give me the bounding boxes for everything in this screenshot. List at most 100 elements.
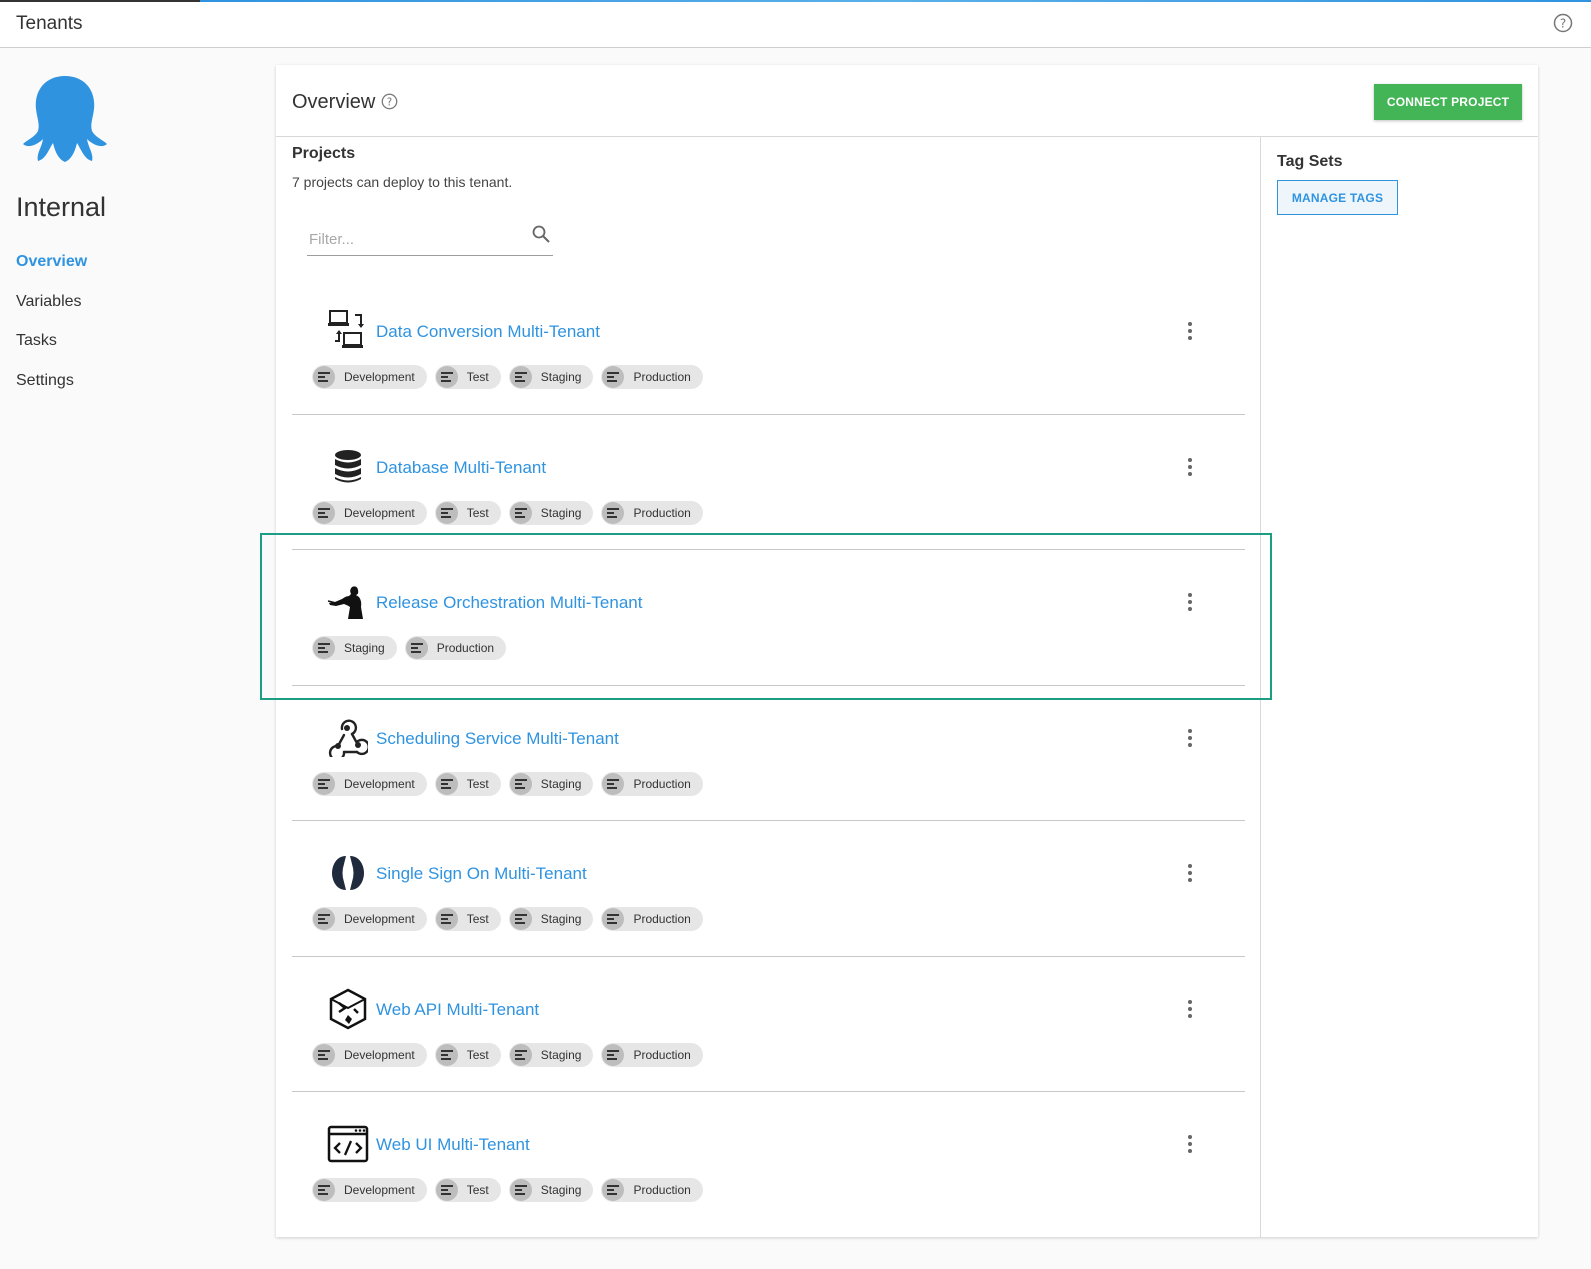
project-name-link[interactable]: Single Sign On Multi-Tenant — [376, 864, 587, 884]
overview-help-icon[interactable]: ? — [381, 93, 398, 115]
project-name-link[interactable]: Release Orchestration Multi-Tenant — [376, 593, 642, 613]
environment-chip[interactable]: Production — [601, 1042, 703, 1067]
environment-chip[interactable]: Test — [434, 500, 501, 525]
environment-chip[interactable]: Staging — [508, 365, 594, 389]
svg-text:?: ? — [1560, 17, 1566, 31]
project-row[interactable]: Web UI Multi-Tenant Development Test Stagin… — [292, 1092, 1245, 1228]
environment-label: Staging — [540, 505, 582, 520]
environment-chip[interactable]: Staging — [508, 907, 594, 931]
tenant-name: Internal — [16, 192, 107, 222]
project-row[interactable]: Single Sign On Multi-Tenant Development Te… — [292, 821, 1245, 957]
sidebar-item-overview[interactable]: Overview — [16, 252, 87, 292]
environment-chip[interactable]: Staging — [508, 771, 594, 796]
filter-input[interactable] — [307, 230, 521, 249]
environment-chip[interactable]: Test — [434, 1042, 501, 1067]
environment-label: Development — [344, 1183, 415, 1197]
manage-tags-button[interactable]: MANAGE TAGS — [1277, 180, 1398, 215]
environment-chip[interactable]: Staging — [508, 1178, 594, 1202]
more-options-icon[interactable] — [1180, 726, 1200, 750]
project-name-link[interactable]: Web API Multi-Tenant — [376, 1000, 539, 1020]
environment-label: Staging — [540, 370, 582, 384]
more-options-icon[interactable] — [1180, 319, 1200, 343]
environment-chip[interactable]: Production — [601, 365, 703, 389]
environment-label: Development — [344, 912, 415, 926]
environment-label: Production — [633, 1183, 691, 1197]
project-row[interactable]: Scheduling Service Multi-Tenant Developme… — [292, 686, 1245, 821]
environment-chip[interactable]: Staging — [312, 636, 397, 660]
environment-chips: Staging Production — [312, 636, 507, 660]
more-options-icon[interactable] — [1180, 861, 1200, 885]
environment-chip[interactable]: Development — [312, 365, 427, 389]
environment-chip[interactable]: Test — [434, 365, 501, 389]
sidebar-nav: Overview Variables Tasks Settings — [16, 252, 87, 410]
environment-label: Test — [466, 1183, 489, 1197]
environment-chip[interactable]: Production — [601, 771, 703, 796]
environment-chip[interactable]: Development — [312, 771, 427, 796]
environment-chip[interactable]: Test — [434, 907, 501, 931]
environment-icon — [435, 501, 458, 524]
environment-icon — [435, 366, 458, 388]
environment-icon — [509, 908, 532, 930]
environment-chips: Development Test Staging Production — [312, 907, 703, 931]
environment-icon — [602, 1043, 625, 1066]
environment-icon — [509, 1179, 532, 1201]
more-options-icon[interactable] — [1180, 1132, 1200, 1156]
environment-label: Production — [633, 505, 691, 520]
top-accent-dark — [0, 0, 200, 2]
environment-label: Test — [466, 1047, 489, 1062]
environment-label: Development — [344, 776, 415, 791]
environment-label: Development — [344, 505, 415, 520]
environment-chip[interactable]: Development — [312, 1042, 427, 1067]
environment-icon — [405, 637, 428, 659]
more-options-icon[interactable] — [1180, 997, 1200, 1021]
project-row[interactable]: Web API Multi-Tenant Development Test Stagi… — [292, 957, 1245, 1092]
project-row[interactable]: Data Conversion Multi-Tenant Development T… — [292, 279, 1245, 415]
sidebar-item-variables[interactable]: Variables — [16, 292, 87, 332]
environment-icon — [509, 366, 532, 388]
environment-chip[interactable]: Development — [312, 907, 427, 931]
octopus-logo-icon — [23, 76, 107, 162]
project-row[interactable]: Database Multi-Tenant Development Test Stag… — [292, 415, 1245, 550]
environment-chip[interactable]: Development — [312, 500, 427, 525]
sidebar-item-settings[interactable]: Settings — [16, 371, 87, 411]
panel-divider — [1260, 137, 1261, 1237]
single-sign-on-icon — [326, 851, 370, 895]
top-accent-line — [200, 0, 1591, 2]
environment-label: Test — [466, 505, 489, 520]
environment-icon — [435, 1043, 458, 1066]
environment-chip[interactable]: Production — [601, 907, 703, 931]
environment-label: Test — [466, 912, 489, 926]
filter-field — [307, 220, 553, 256]
project-row[interactable]: Release Orchestration Multi-Tenant Stagin… — [292, 550, 1245, 686]
environment-label: Production — [633, 776, 691, 791]
more-options-icon[interactable] — [1180, 590, 1200, 614]
more-options-icon[interactable] — [1180, 455, 1200, 479]
environment-chip[interactable]: Production — [601, 500, 703, 525]
environment-chip[interactable]: Test — [434, 771, 501, 796]
environment-chips: Development Test Staging Production — [312, 500, 703, 525]
environment-chips: Development Test Staging Production — [312, 365, 703, 389]
environment-chip[interactable]: Staging — [508, 1042, 594, 1067]
environment-label: Staging — [540, 1047, 582, 1062]
project-name-link[interactable]: Web UI Multi-Tenant — [376, 1135, 530, 1155]
project-name-link[interactable]: Database Multi-Tenant — [376, 458, 546, 478]
environment-chip[interactable]: Test — [434, 1178, 501, 1202]
overview-card: Overview ? CONNECT PROJECT Projects 7 pr… — [276, 65, 1538, 1237]
project-name-link[interactable]: Data Conversion Multi-Tenant — [376, 322, 600, 342]
environment-label: Staging — [344, 641, 385, 655]
connect-project-button[interactable]: CONNECT PROJECT — [1374, 84, 1522, 120]
environment-label: Staging — [540, 776, 582, 791]
projects-heading: Projects — [292, 145, 356, 162]
environment-chip[interactable]: Development — [312, 1178, 427, 1202]
project-name-link[interactable]: Scheduling Service Multi-Tenant — [376, 729, 619, 749]
search-icon[interactable] — [531, 224, 551, 249]
environment-chips: Development Test Staging Production — [312, 1178, 703, 1202]
environment-chip[interactable]: Production — [601, 1178, 703, 1202]
environment-label: Production — [633, 1047, 691, 1062]
environment-chip[interactable]: Production — [404, 636, 507, 660]
environment-icon — [435, 1179, 458, 1201]
help-icon[interactable]: ? — [1553, 13, 1573, 38]
webhook-icon — [326, 716, 370, 760]
environment-chip[interactable]: Staging — [508, 500, 594, 525]
sidebar-item-tasks[interactable]: Tasks — [16, 331, 87, 371]
